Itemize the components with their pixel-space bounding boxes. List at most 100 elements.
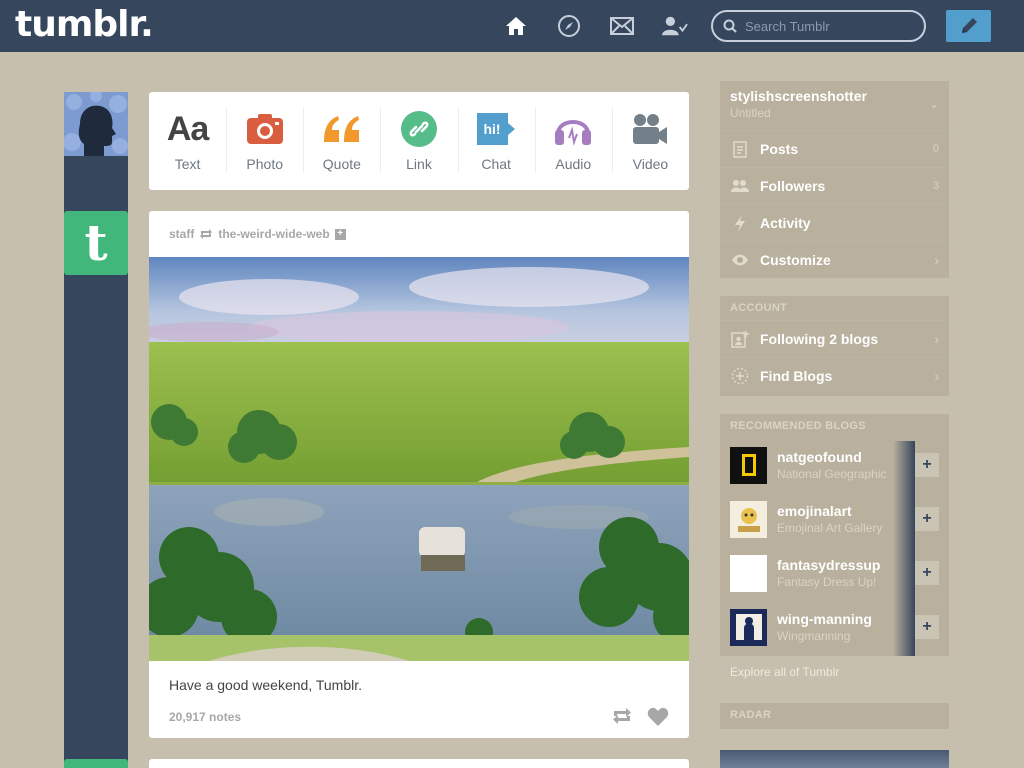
post-type-label: Video <box>632 156 669 172</box>
account-heading: ACCOUNT <box>730 302 788 314</box>
staff-avatar[interactable]: t <box>64 211 128 275</box>
sidebar-item-posts[interactable]: Posts 0 <box>720 130 949 167</box>
search-icon <box>723 19 737 33</box>
explore-link[interactable]: Explore all of Tumblr <box>730 665 839 679</box>
sidebar-item-following[interactable]: Following 2 blogs › <box>720 320 949 357</box>
follow-plus-icon[interactable]: + <box>334 228 346 240</box>
radar-heading: RADAR <box>730 709 772 721</box>
post-type-label: Audio <box>555 156 592 172</box>
followers-icon <box>730 176 750 196</box>
blog-name: stylishscreenshotter <box>730 88 867 104</box>
next-post-avatar[interactable] <box>64 759 128 768</box>
recommended-blog-subtitle: Emojinal Art Gallery <box>777 521 883 535</box>
post-type-text[interactable]: Aa Text <box>149 92 226 190</box>
sidebar-item-label: Customize <box>760 252 831 268</box>
post-type-label: Link <box>406 156 432 172</box>
post-type-chat[interactable]: hi! Chat <box>457 92 535 190</box>
search-input[interactable] <box>745 18 905 34</box>
sidebar-account-block: ACCOUNT Following 2 blogs › Find Blogs › <box>720 296 949 396</box>
sidebar-item-label: Find Blogs <box>760 368 833 384</box>
camera-icon <box>246 110 284 148</box>
reblog-source-link[interactable]: the-weird-wide-web <box>218 227 329 241</box>
sidebar-item-label: Following 2 blogs <box>760 331 879 347</box>
reblog-icon <box>613 708 631 724</box>
dashboard-rail <box>64 92 128 768</box>
inbox-icon[interactable] <box>609 14 635 38</box>
recommended-blog-subtitle: National Geographic <box>777 467 887 481</box>
tumblr-logo[interactable]: tumblr. <box>15 4 154 45</box>
sidebar-item-find-blogs[interactable]: Find Blogs › <box>720 357 949 394</box>
emojinalart-avatar <box>730 500 767 538</box>
post-type-label: Text <box>174 156 201 172</box>
follow-button[interactable]: + <box>915 615 939 639</box>
post-type-quote[interactable]: Quote <box>303 92 380 190</box>
text-icon: Aa <box>166 109 209 148</box>
followers-count: 3 <box>932 180 939 192</box>
post-caption: Have a good weekend, Tumblr. <box>169 677 363 693</box>
quote-icon <box>322 110 362 148</box>
posts-count: 0 <box>932 143 939 155</box>
radar-image[interactable] <box>720 750 949 768</box>
pencil-icon <box>961 18 977 33</box>
sidebar-item-customize[interactable]: Customize › <box>720 241 949 278</box>
post-type-label: Chat <box>481 156 511 172</box>
recommended-blog-subtitle: Fantasy Dress Up! <box>777 575 877 589</box>
chevron-right-icon: › <box>934 252 939 268</box>
sidebar-item-followers[interactable]: Followers 3 <box>720 167 949 204</box>
chevron-down-icon: ⌄ <box>928 97 939 111</box>
post-photo[interactable] <box>149 257 689 661</box>
post-type-audio[interactable]: Audio <box>534 92 612 190</box>
following-icon <box>730 329 750 349</box>
post-type-link[interactable]: Link <box>380 92 457 190</box>
fantasydressup-avatar <box>730 554 767 592</box>
lightning-icon <box>730 213 750 233</box>
compose-button[interactable] <box>946 10 991 42</box>
blog-subtitle: Untitled <box>730 106 771 120</box>
tumblr-t-icon: t <box>84 213 108 272</box>
like-button[interactable] <box>647 707 669 732</box>
post-type-photo[interactable]: Photo <box>226 92 303 190</box>
top-bar: tumblr. <box>0 0 1024 52</box>
post-type-bar: Aa Text Photo Quote Link hi! Chat Audio <box>149 92 689 190</box>
recommended-heading: RECOMMENDED BLOGS <box>730 420 866 432</box>
scroll-fade-overlay <box>893 441 915 656</box>
sidebar-item-label: Followers <box>760 178 826 194</box>
recommended-blog-subtitle: Wingmanning <box>777 629 851 643</box>
next-post <box>149 759 689 768</box>
recommended-blog-name: wing-manning <box>777 611 872 627</box>
video-camera-icon <box>631 110 669 148</box>
user-avatar[interactable] <box>64 92 128 156</box>
wingmanning-avatar <box>730 608 767 646</box>
post-author-link[interactable]: staff <box>169 227 194 241</box>
chat-icon: hi! <box>476 110 516 148</box>
post-type-label: Photo <box>246 156 283 172</box>
reblog-button[interactable] <box>611 707 633 730</box>
headphones-icon <box>554 110 592 148</box>
follow-button[interactable]: + <box>915 507 939 531</box>
recommended-blog-name: emojinalart <box>777 503 852 519</box>
sidebar-blog-header[interactable]: stylishscreenshotter Untitled ⌄ <box>720 81 949 130</box>
sidebar-item-label: Activity <box>760 215 811 231</box>
chevron-right-icon: › <box>934 368 939 384</box>
svg-text:hi!: hi! <box>484 121 501 137</box>
sidebar-item-label: Posts <box>760 141 799 157</box>
post-header: staff the-weird-wide-web + <box>169 227 346 241</box>
follow-button[interactable]: + <box>915 453 939 477</box>
account-icon[interactable] <box>662 14 688 38</box>
posts-icon <box>730 139 750 159</box>
sidebar-blog-block: stylishscreenshotter Untitled ⌄ Posts 0 … <box>720 81 949 278</box>
follow-button[interactable]: + <box>915 561 939 585</box>
home-icon[interactable] <box>503 14 529 38</box>
post-type-video[interactable]: Video <box>611 92 689 190</box>
reblog-small-icon <box>200 229 213 239</box>
sidebar-item-activity[interactable]: Activity <box>720 204 949 241</box>
search-box[interactable] <box>711 10 926 42</box>
sidebar-radar-block: RADAR <box>720 703 949 729</box>
find-blogs-icon <box>730 366 750 386</box>
post-notes[interactable]: 20,917 notes <box>169 710 241 724</box>
recommended-blog-name: natgeofound <box>777 449 862 465</box>
dashboard-post: staff the-weird-wide-web + Have a good w… <box>149 211 689 738</box>
explore-icon[interactable] <box>556 14 582 38</box>
link-icon <box>400 110 437 148</box>
eye-icon <box>730 250 750 270</box>
